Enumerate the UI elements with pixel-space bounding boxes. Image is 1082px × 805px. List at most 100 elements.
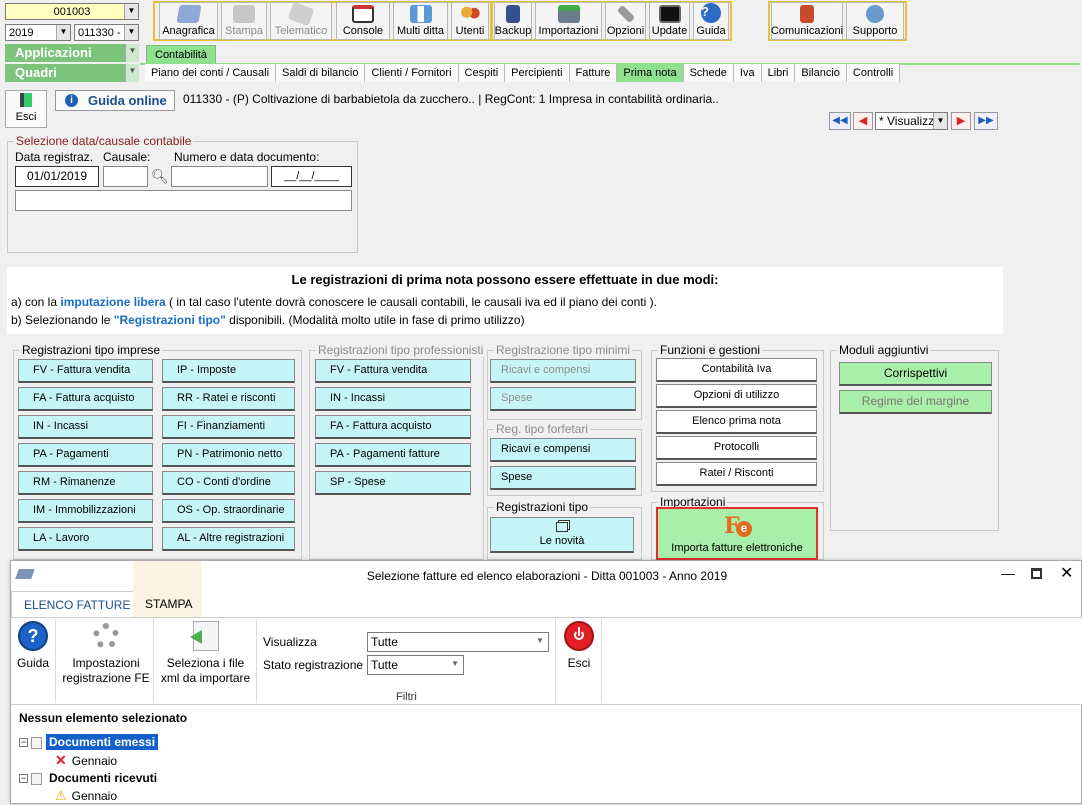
first-record-button[interactable]: ◀◀: [829, 112, 851, 130]
address-book-icon: [175, 5, 202, 23]
minimize-icon[interactable]: —: [1001, 565, 1015, 581]
tab-stampa[interactable]: STAMPA: [133, 561, 202, 617]
supporto-button[interactable]: Supporto: [846, 2, 904, 40]
quadri-dropdown[interactable]: Quadri ▼: [5, 64, 139, 82]
visualizza-select[interactable]: Tutte ▼: [367, 632, 549, 652]
imprese-button[interactable]: FA - Fattura acquisto: [18, 387, 153, 411]
tree-node-emessi[interactable]: − Documenti emessi: [19, 733, 159, 751]
search-icon[interactable]: 🔍︎: [151, 168, 169, 185]
imputazione-libera-link[interactable]: imputazione libera: [60, 295, 165, 309]
funzioni-button[interactable]: Opzioni di utilizzo: [656, 384, 817, 408]
ditta-select[interactable]: 001003 ▼: [5, 3, 139, 20]
nav-tab-schede[interactable]: Schede: [683, 64, 734, 82]
numero-input[interactable]: [171, 166, 268, 187]
regime-margine-button[interactable]: Regime del margine: [839, 390, 992, 414]
tree-node-ricevuti[interactable]: − Documenti ricevuti: [19, 769, 160, 787]
data-input[interactable]: 01/01/2019: [15, 166, 99, 187]
multi-ditta-button[interactable]: Multi ditta: [393, 2, 448, 40]
prev-record-button[interactable]: ◀: [853, 112, 873, 130]
opzioni-button[interactable]: Opzioni: [605, 2, 646, 40]
toolbar-label: Comunicazioni: [770, 25, 844, 37]
professionisti-button[interactable]: SP - Spese: [315, 471, 471, 495]
backup-button[interactable]: Backup: [494, 2, 532, 40]
maximize-icon[interactable]: [1031, 568, 1042, 579]
info-icon: i: [65, 94, 78, 107]
guida-ribbon-button[interactable]: ? Guida: [16, 621, 50, 671]
funzioni-button[interactable]: Elenco prima nota: [656, 410, 817, 434]
nav-tab-libri[interactable]: Libri: [761, 64, 796, 82]
esci-ribbon-button[interactable]: Esci: [561, 621, 597, 671]
utenti-button[interactable]: Utenti: [451, 2, 489, 40]
nav-tab-piano-dei-conti-causali[interactable]: Piano dei conti / Causali: [145, 64, 277, 82]
stato-select[interactable]: Tutte ▼: [367, 655, 464, 675]
imprese-button[interactable]: AL - Altre registrazioni: [162, 527, 295, 551]
guida-button[interactable]: ? Guida: [693, 2, 729, 40]
console-button[interactable]: Console: [336, 2, 390, 40]
guida-online-button[interactable]: i Guida online: [55, 90, 175, 111]
nav-tab-saldi-di-bilancio[interactable]: Saldi di bilancio: [276, 64, 366, 82]
imprese-button[interactable]: RR - Ratei e risconti: [162, 387, 295, 411]
collapse-icon[interactable]: −: [19, 774, 28, 784]
forfetari-ricavi-button[interactable]: Ricavi e compensi: [490, 438, 636, 462]
imprese-button[interactable]: PA - Pagamenti: [18, 443, 153, 467]
imprese-button[interactable]: FI - Finanziamenti: [162, 415, 295, 439]
imprese-button[interactable]: IM - Immobilizzazioni: [18, 499, 153, 523]
professionisti-button[interactable]: FV - Fattura vendita: [315, 359, 471, 383]
comunicazioni-button[interactable]: Comunicazioni: [771, 2, 843, 40]
novita-button[interactable]: Le novità: [490, 517, 634, 553]
stampa-button[interactable]: Stampa: [221, 2, 267, 40]
collapse-icon[interactable]: −: [19, 738, 28, 748]
esci-button[interactable]: Esci: [5, 90, 47, 128]
funzioni-button[interactable]: Contabilità Iva: [656, 358, 817, 382]
year-select[interactable]: 2019 ▼: [5, 24, 71, 41]
corrispettivi-button[interactable]: Corrispettivi: [839, 362, 992, 386]
imprese-button[interactable]: OS - Op. straordinarie: [162, 499, 295, 523]
nav-tab-iva[interactable]: Iva: [733, 64, 762, 82]
nav-tab-percipienti[interactable]: Percipienti: [505, 64, 570, 82]
nav-tab-bilancio[interactable]: Bilancio: [795, 64, 847, 82]
last-record-button[interactable]: ▶▶: [974, 112, 998, 130]
tree-node-ricevuti-gennaio[interactable]: ⚠ Gennaio: [55, 787, 117, 805]
forfetari-spese-button[interactable]: Spese: [490, 466, 636, 490]
imprese-button[interactable]: LA - Lavoro: [18, 527, 153, 551]
tree-node-emessi-gennaio[interactable]: ✕ Gennaio: [55, 751, 117, 770]
causale-input[interactable]: [103, 166, 148, 187]
professionisti-button[interactable]: IN - Incassi: [315, 387, 471, 411]
tab-contabilita-label: Contabilità: [155, 49, 207, 61]
impostazioni-button[interactable]: Impostazioni registrazione FE: [60, 621, 152, 686]
imprese-button[interactable]: RM - Rimanenze: [18, 471, 153, 495]
nav-tab-controlli[interactable]: Controlli: [846, 64, 901, 82]
nav-tab-fatture[interactable]: Fatture: [569, 64, 618, 82]
imprese-button[interactable]: CO - Conti d'ordine: [162, 471, 295, 495]
funzioni-button[interactable]: Ratei / Risconti: [656, 462, 817, 486]
next-record-button[interactable]: ▶: [951, 112, 971, 130]
nav-tab-clienti-fornitori[interactable]: Clienti / Fornitori: [365, 64, 459, 82]
view-select[interactable]: * Visualizz ▼: [875, 112, 948, 130]
imprese-button[interactable]: FV - Fattura vendita: [18, 359, 153, 383]
professionisti-button[interactable]: PA - Pagamenti fatture: [315, 443, 471, 467]
tab-elenco-fatture[interactable]: ELENCO FATTURE: [11, 591, 144, 618]
telematico-button[interactable]: Telematico: [270, 1, 332, 40]
applicazioni-dropdown[interactable]: Applicazioni ▼: [5, 44, 139, 62]
descrizione-input[interactable]: [15, 190, 352, 211]
data-documento-input[interactable]: __/__/____: [271, 166, 352, 187]
update-button[interactable]: Update: [649, 2, 690, 40]
importa-fatture-button[interactable]: F e Importa fatture elettroniche: [656, 507, 818, 560]
funzioni-button[interactable]: Protocolli: [656, 436, 817, 460]
tab-contabilita[interactable]: Contabilità: [146, 45, 216, 64]
nav-tab-prima-nota[interactable]: Prima nota: [617, 64, 684, 82]
nav-tab-cespiti[interactable]: Cespiti: [458, 64, 506, 82]
imprese-button[interactable]: IP - Imposte: [162, 359, 295, 383]
anagrafica-button[interactable]: Anagrafica: [159, 2, 218, 40]
seleziona-xml-button[interactable]: Seleziona i file xml da importare: [158, 621, 253, 686]
imprese-button[interactable]: PN - Patrimonio netto: [162, 443, 295, 467]
nav-tabs: Piano dei conti / Causali Saldi di bilanc…: [145, 64, 901, 82]
minimi-ricavi-button[interactable]: Ricavi e compensi: [490, 359, 636, 383]
importazioni-button[interactable]: Importazioni: [535, 2, 602, 40]
close-icon[interactable]: ✕: [1060, 563, 1073, 583]
professionisti-button[interactable]: FA - Fattura acquisto: [315, 415, 471, 439]
registrazioni-tipo-link[interactable]: "Registrazioni tipo": [114, 313, 226, 327]
code-select[interactable]: 011330 - ▼: [74, 24, 139, 41]
minimi-spese-button[interactable]: Spese: [490, 387, 636, 411]
imprese-button[interactable]: IN - Incassi: [18, 415, 153, 439]
